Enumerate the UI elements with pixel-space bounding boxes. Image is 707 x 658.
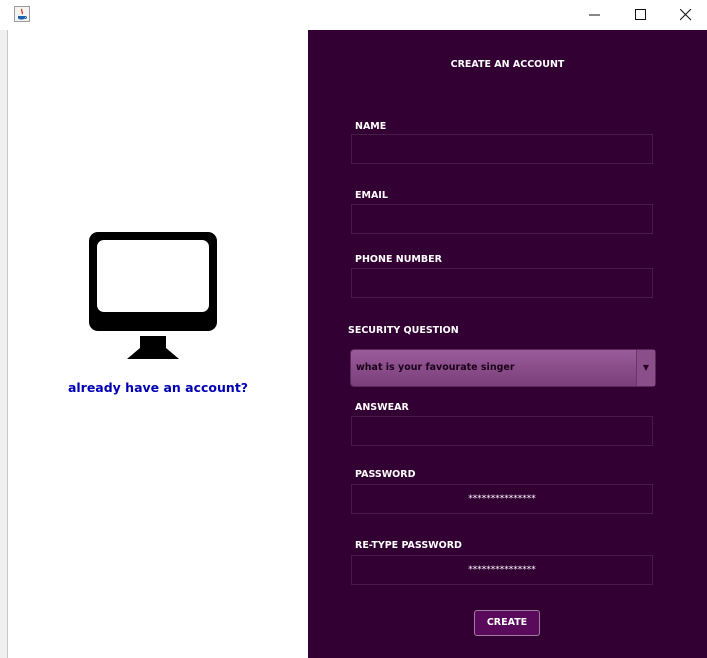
answer-field[interactable] [351,416,653,446]
window-titlebar [0,0,707,30]
answer-label: ANSWEAR [355,402,409,413]
form-title: CREATE AN ACCOUNT [450,59,565,70]
email-field[interactable] [351,204,653,234]
close-icon [680,9,692,21]
monitor-icon [89,232,217,359]
password-field[interactable]: *************** [351,484,653,514]
left-panel: already have an account? [8,30,308,658]
background-window-edge [0,30,8,658]
java-icon[interactable] [14,6,30,22]
minimize-icon [589,14,600,16]
chevron-down-icon[interactable]: ▼ [636,350,655,386]
create-account-panel: CREATE AN ACCOUNT NAME EMAIL PHONE NUMBE… [308,30,707,658]
maximize-button[interactable] [618,0,664,30]
already-have-account-link[interactable]: already have an account? [8,380,308,395]
email-label: EMAIL [355,190,388,201]
retype-password-label: RE-TYPE PASSWORD [355,540,462,551]
security-question-label: SECURITY QUESTION [348,325,459,336]
minimize-button[interactable] [572,0,618,30]
security-question-dropdown[interactable]: what is your favourate singer ▼ [350,349,656,387]
name-label: NAME [355,121,387,132]
close-button[interactable] [663,0,707,30]
create-button[interactable]: CREATE [474,610,540,636]
phone-field[interactable] [351,268,653,298]
security-question-value: what is your favourate singer [356,362,515,373]
name-field[interactable] [351,134,653,164]
password-label: PASSWORD [355,469,416,480]
maximize-icon [635,9,646,20]
phone-label: PHONE NUMBER [355,254,442,265]
retype-password-field[interactable]: *************** [351,555,653,585]
